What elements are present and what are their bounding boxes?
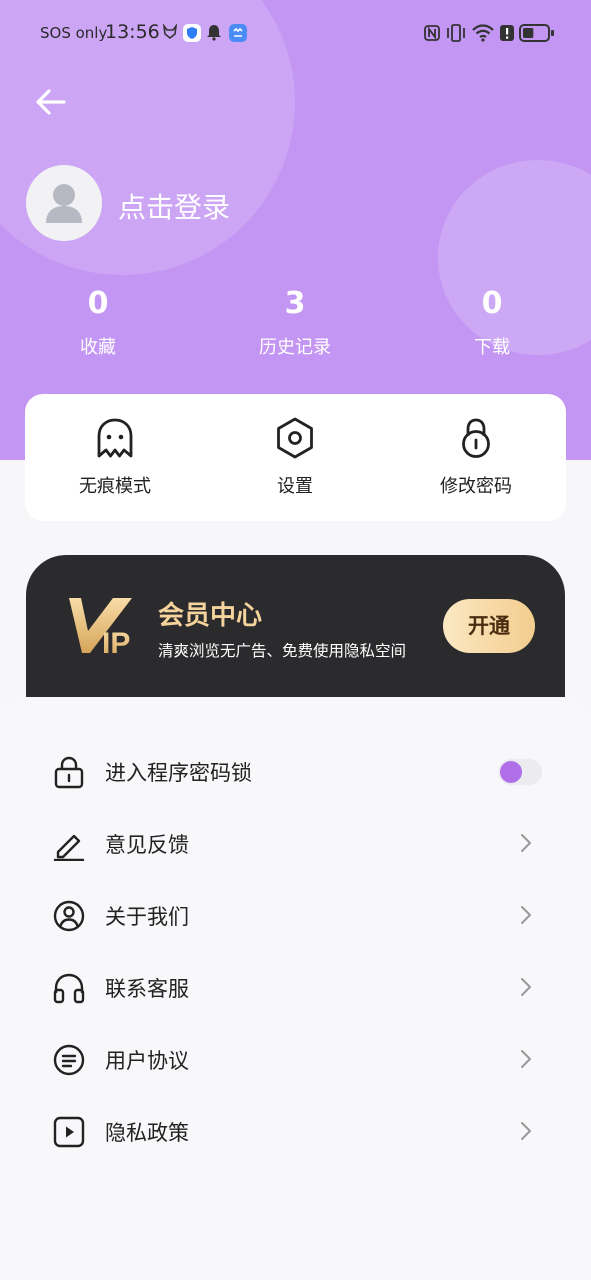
stat-count: 0: [87, 286, 109, 321]
chevron-right-icon: [521, 1122, 531, 1140]
chevron-right-icon: [521, 1050, 531, 1068]
menu-label: 意见反馈: [105, 833, 189, 857]
menu-panel: 进入程序密码锁 意见反馈 关于我们 联系客服 用户协议 隐私政策: [0, 697, 591, 1280]
default-user-icon: [46, 184, 82, 223]
battery-icon: [519, 24, 554, 42]
play-square-icon: [53, 1116, 85, 1148]
stat-favorites[interactable]: 0 收藏: [38, 286, 158, 359]
menu-item-privacy-policy[interactable]: 隐私政策: [0, 1095, 591, 1167]
back-arrow-icon[interactable]: [33, 84, 69, 120]
menu-item-app-lock[interactable]: 进入程序密码锁: [0, 735, 591, 807]
wifi-icon: [472, 24, 494, 42]
quick-action-label: 无痕模式: [79, 476, 151, 497]
stat-label: 下载: [474, 337, 510, 358]
menu-label: 进入程序密码锁: [105, 761, 252, 785]
menu-item-about-us[interactable]: 关于我们: [0, 879, 591, 951]
settings-hex-icon: [277, 417, 313, 459]
app-lock-toggle[interactable]: [498, 759, 542, 785]
menu-label: 隐私政策: [105, 1121, 189, 1145]
stat-label: 收藏: [80, 337, 116, 358]
chevron-right-icon: [521, 906, 531, 924]
vibrate-icon: [447, 24, 465, 42]
menu-item-customer-service[interactable]: 联系客服: [0, 951, 591, 1023]
stat-count: 0: [481, 286, 503, 321]
stat-history[interactable]: 3 历史记录: [235, 286, 355, 359]
menu-label: 关于我们: [105, 905, 189, 929]
quick-action-incognito[interactable]: 无痕模式: [40, 416, 190, 498]
alert-icon: [500, 25, 514, 41]
status-bar: SOS only 13:56: [0, 0, 591, 66]
user-circle-icon: [53, 900, 85, 932]
app-notification-icon: [229, 24, 247, 42]
lock-icon: [54, 756, 84, 789]
menu-item-feedback[interactable]: 意见反馈: [0, 807, 591, 879]
vip-logo-text: IP: [102, 627, 130, 655]
shield-app-icon: [183, 24, 201, 42]
cat-icon: [162, 24, 178, 40]
stat-downloads[interactable]: 0 下载: [432, 286, 552, 359]
bell-icon: [207, 25, 221, 41]
chevron-right-icon: [521, 834, 531, 852]
stat-count: 3: [284, 286, 306, 321]
quick-actions-card: 无痕模式 设置 修改密码: [25, 394, 566, 521]
lock-icon: [462, 418, 490, 458]
quick-action-label: 设置: [277, 476, 313, 497]
vip-subtitle: 清爽浏览无广告、免费使用隐私空间: [158, 642, 407, 660]
stat-label: 历史记录: [259, 337, 331, 358]
document-circle-icon: [53, 1044, 85, 1076]
quick-action-label: 修改密码: [440, 476, 512, 497]
vip-card[interactable]: IP 会员中心 清爽浏览无广告、免费使用隐私空间 开通: [26, 555, 565, 715]
vip-title: 会员中心: [158, 601, 263, 631]
vip-activate-button[interactable]: 开通: [443, 599, 535, 653]
menu-label: 用户协议: [105, 1049, 189, 1073]
toggle-knob: [500, 761, 522, 783]
menu-label: 联系客服: [105, 977, 189, 1001]
avatar[interactable]: [26, 165, 102, 241]
chevron-right-icon: [521, 978, 531, 996]
pen-icon: [53, 834, 85, 861]
quick-action-change-password[interactable]: 修改密码: [401, 416, 551, 498]
nfc-icon: [424, 25, 440, 41]
carrier-text: SOS only: [40, 24, 108, 42]
menu-item-user-agreement[interactable]: 用户协议: [0, 1023, 591, 1095]
vip-logo: IP: [69, 598, 132, 655]
headset-icon: [53, 973, 85, 1004]
quick-action-settings[interactable]: 设置: [220, 416, 370, 498]
ghost-icon: [97, 418, 133, 458]
login-link[interactable]: 点击登录: [118, 186, 230, 226]
clock: 13:56: [105, 21, 160, 43]
